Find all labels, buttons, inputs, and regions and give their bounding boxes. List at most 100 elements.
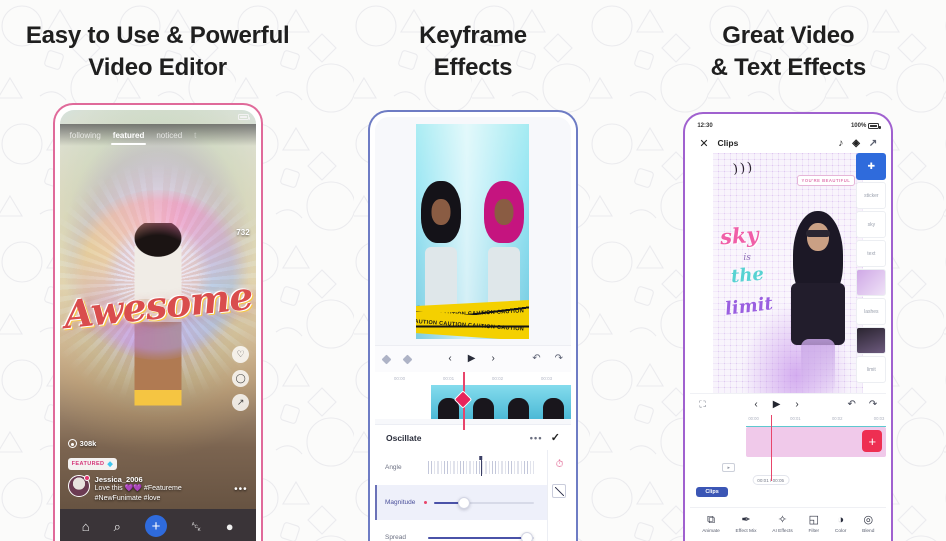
filter-icon: ◱ [808,514,820,526]
layer-item[interactable]: text [856,240,887,267]
magnitude-knob[interactable] [457,496,470,509]
effect-more-icon[interactable]: ••• [530,433,543,443]
layer-item[interactable]: lashes [856,298,887,325]
username[interactable]: Jessica_2006 [95,475,182,484]
layer-item[interactable]: sky [856,211,887,238]
tool-label: Color [834,529,847,534]
status-bar: 12:30 100% [690,119,886,133]
sunglasses [806,230,831,237]
bell-icon[interactable]: ␆ [191,520,201,533]
prev-frame-icon[interactable]: ‹ [754,399,757,410]
magnitude-track[interactable] [433,496,534,509]
phone-mockup-clips: 12:30 100% ✕ Clips ♪ ◈ ↗ ))) YOU'RE BEAU… [683,112,894,541]
effect-panel-header: Oscillate ••• ✓ [374,424,571,450]
layer-item[interactable]: sticker [856,182,887,209]
filmstrip-frame [500,385,536,419]
follow-plus-icon[interactable] [83,475,90,482]
angle-dial[interactable] [427,456,534,476]
redo-icon[interactable]: ↷ [555,354,563,364]
layer-item[interactable] [856,327,887,354]
tool-ai-effects[interactable]: ✧ AI Effects [772,515,793,535]
preview-video[interactable]: CAUTION CAUTION CAUTION CAUTION CAUTION … [416,123,530,339]
spread-track[interactable] [427,531,534,541]
add-keyframe-icon[interactable] [381,354,392,364]
home-icon[interactable]: ⌂ [82,520,90,533]
fullscreen-icon[interactable]: ⛶ [699,399,705,410]
phone-screen-feed: Awesome 12:30 100% following featured no… [59,110,256,541]
layer-thumbnail-list: ✚ sticker sky text lashes limit [856,153,887,383]
tab-featured[interactable]: featured [110,131,146,145]
spread-knob[interactable] [520,531,533,541]
subject-left [420,180,462,309]
playback-controls: ‹ ▶ › [754,399,798,410]
like-button[interactable]: ♡ [232,346,250,363]
slider-row-magnitude[interactable]: Magnitude 45 [374,485,571,520]
tab-truncated[interactable]: t [194,131,196,140]
caption-line-2: #NewFunimate #love [94,494,161,502]
animate-icon: ⧉ [707,514,715,526]
heading-line-2: & Text Effects [710,53,867,81]
next-frame-icon[interactable]: › [491,354,494,364]
play-icon[interactable]: ▶ [468,354,476,364]
battery-icon [868,123,881,129]
panel-keyframe-effects: Keyframe Effects CAUTION CAUTION CAUTION… [315,0,630,541]
reset-timer-icon[interactable]: ⏱ [552,457,566,471]
feed-tabs: following featured noticed t [59,124,256,146]
export-icon[interactable]: ↗ [869,138,877,149]
tool-color[interactable]: ◑ Color [834,515,847,535]
editor-toolbar: ✕ Clips ♪ ◈ ↗ [690,133,887,153]
timeline-filmstrip[interactable] [374,385,571,419]
lash-stickers: ))) [732,159,756,178]
timeline-ruler[interactable]: 00:00 00:01 00:02 00:03 [374,372,571,385]
playhead[interactable] [770,415,772,481]
avatar[interactable] [67,475,90,498]
add-layer-icon[interactable]: ✚ [856,153,887,180]
track-toggle-chip[interactable]: ▸ [722,463,736,472]
music-icon[interactable]: ♪ [838,138,843,149]
tool-label: Effect Mix [735,529,757,534]
text-the: the [730,263,766,288]
layers-icon[interactable]: ◈ [852,138,860,149]
tab-following[interactable]: following [70,131,101,140]
body-right [488,246,521,309]
effect-confirm-icon[interactable]: ✓ [551,431,560,444]
next-frame-icon[interactable]: › [795,399,798,410]
more-options-icon[interactable]: ••• [234,484,248,495]
redo-icon[interactable]: ↷ [869,399,877,410]
playback-toolbar: ⛶ ‹ ▶ › ↶ ↷ [690,393,887,415]
tool-filter[interactable]: ◱ Filter [808,514,820,535]
panel-2-heading: Keyframe Effects [315,0,630,83]
create-icon[interactable]: + [145,515,168,537]
tab-noticed[interactable]: noticed [156,131,182,140]
phone-mockup-feed: Awesome 12:30 100% following featured no… [52,103,263,541]
tool-animate[interactable]: ⧉ Animate [702,514,720,535]
undo-icon[interactable]: ↶ [532,354,540,364]
face-left [431,198,451,225]
editor-bottom-toolbar: ⧉ Animate ✒ Effect Mix ✧ AI Effects ◱ Fi… [690,507,887,541]
prev-frame-icon[interactable]: ‹ [448,354,451,364]
ruler-tick: 00:01 [790,416,801,421]
text-sky: sky [719,221,760,250]
play-icon[interactable]: ▶ [773,399,781,410]
comment-button[interactable]: ◯ [232,370,250,387]
tool-effect-mix[interactable]: ✒ Effect Mix [735,515,757,535]
ease-curve-icon[interactable] [552,484,567,498]
slider-row-angle[interactable]: Angle 30° [375,450,571,485]
layer-item[interactable]: limit [856,356,887,383]
tool-label: AI Effects [772,529,793,534]
undo-icon[interactable]: ↶ [848,399,856,410]
profile-icon[interactable]: ● [226,520,234,533]
layer-item[interactable] [856,269,887,296]
add-clip-button[interactable]: + [862,430,883,452]
ruler-tick: 00:03 [873,416,885,421]
heading-line-1: Keyframe [419,22,527,49]
search-icon[interactable]: ⌕ [114,520,121,533]
slider-row-spread[interactable]: Spread 100 [375,520,571,541]
timeline-ruler[interactable]: 00:00 00:01 00:02 00:03 [746,415,887,427]
close-icon[interactable]: ✕ [699,137,708,150]
tool-blend[interactable]: ◎ Blend [862,515,874,535]
heading-line-2: Effects [433,53,513,81]
share-button[interactable]: ↗ [232,394,250,411]
clips-badge[interactable]: Clips [696,487,728,497]
remove-keyframe-icon[interactable] [402,354,413,364]
